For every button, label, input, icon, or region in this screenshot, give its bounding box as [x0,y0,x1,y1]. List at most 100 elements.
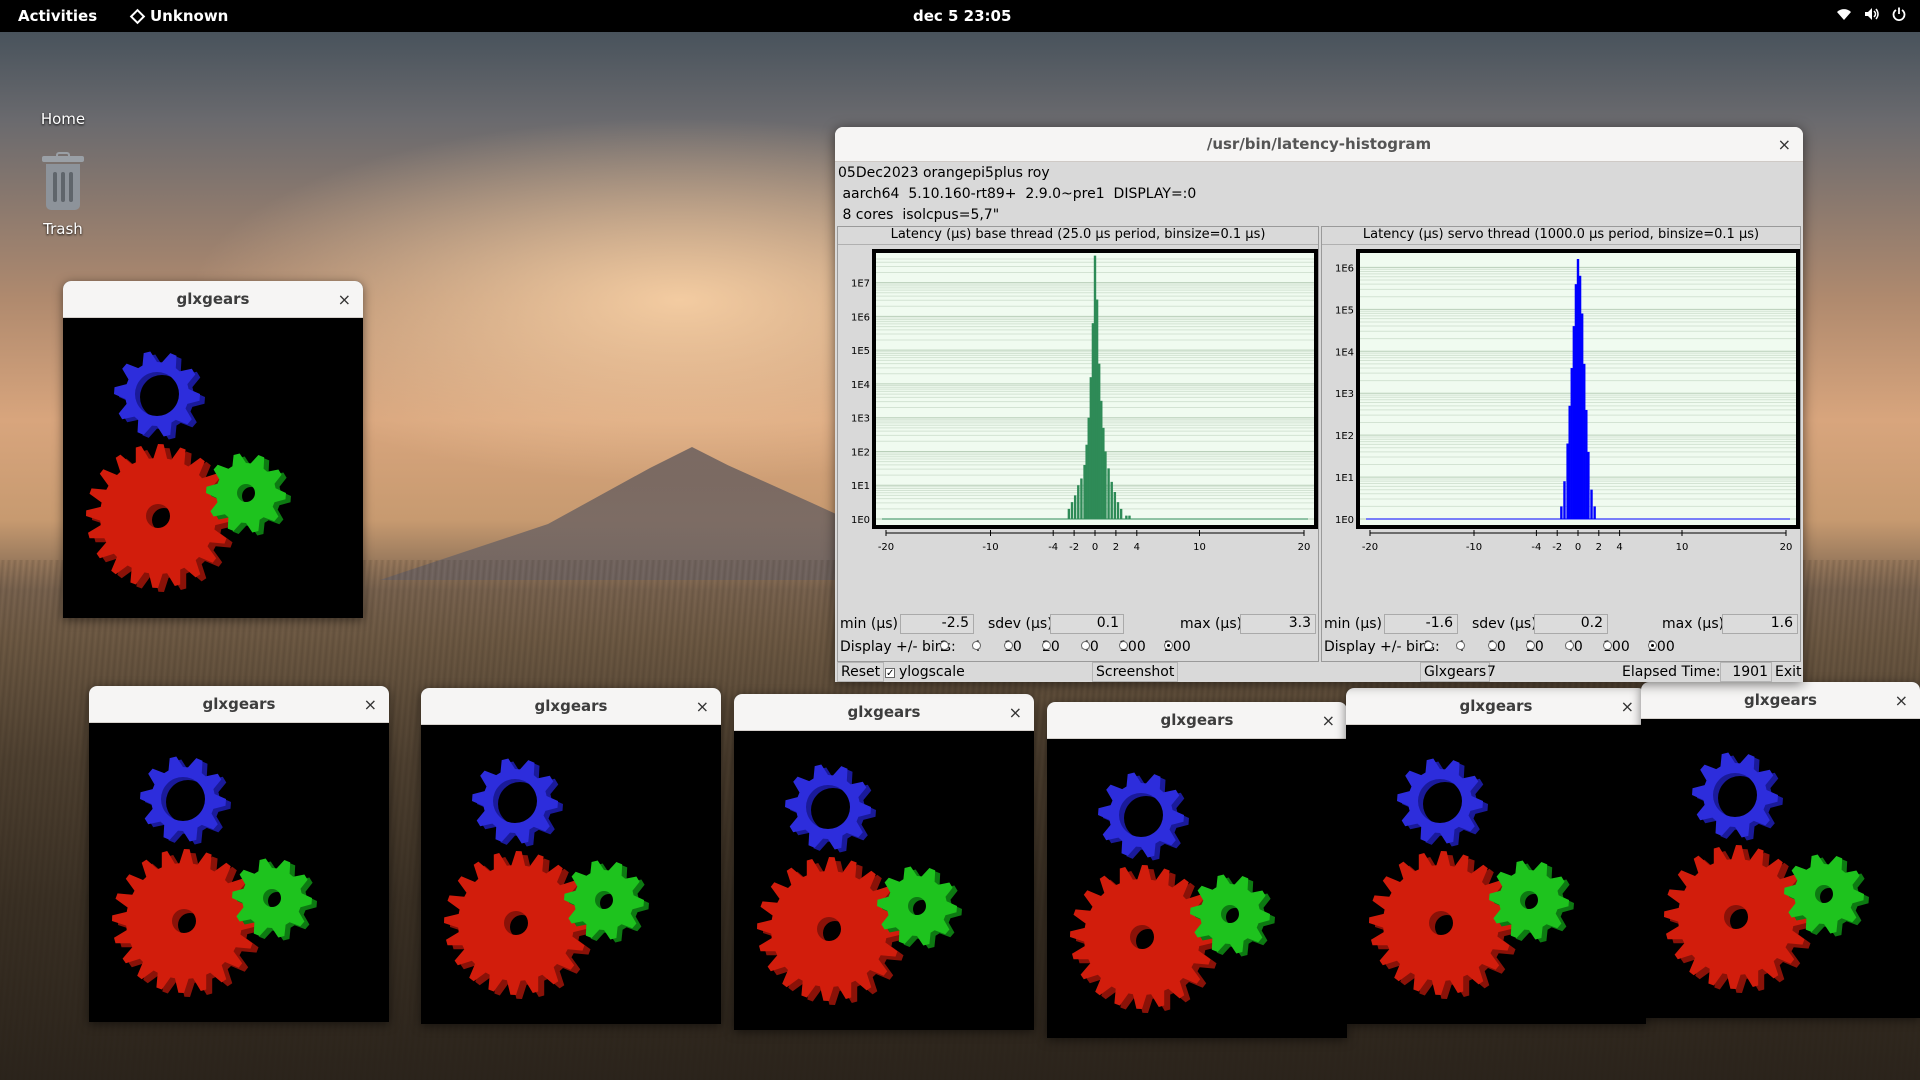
histogram-bar [1113,491,1117,519]
trash-icon [40,152,86,212]
base-bins-option-200[interactable]: 200 [1164,639,1191,655]
y-tick-label: 1E2 [851,447,870,458]
servo-bins-option-100[interactable]: 100 [1603,639,1630,655]
glxgears-titlebar[interactable]: glxgears × [1346,688,1646,725]
latency-histogram-window[interactable]: /usr/bin/latency-histogram × 05Dec2023 o… [835,127,1803,682]
red-gear-icon [444,851,594,999]
close-icon[interactable]: × [1322,711,1335,730]
checkbox-check-icon: ✓ [885,668,895,679]
glxgears-titlebar[interactable]: glxgears × [1641,682,1920,719]
base-min-value: -2.5 [900,614,974,634]
exit-button[interactable]: Exit [1775,664,1802,680]
y-tick-label: 1E0 [1335,515,1354,526]
x-tick-label: 10 [1193,542,1206,553]
screenshot-button[interactable]: Screenshot [1092,662,1179,682]
app-diamond-icon [129,8,146,24]
glxgears-window-5[interactable]: glxgears × [1047,702,1347,1038]
close-icon[interactable]: × [696,697,709,716]
activities-button[interactable]: Activities [18,7,97,25]
base-bins-selector[interactable]: Display +/- bins:2 4 10 20 40 100 200 [838,637,1318,659]
servo-bins-option-20[interactable]: 20 [1526,639,1544,655]
top-bar: Activities Unknown dec 5 23:05 [0,0,1920,32]
glxgears-titlebar[interactable]: glxgears × [89,686,389,723]
glxgears-button[interactable]: Glxgears [1420,662,1491,682]
glxgears-title: glxgears [202,695,276,713]
app-menu[interactable]: Unknown [129,7,228,25]
latency-titlebar[interactable]: /usr/bin/latency-histogram × [835,127,1803,162]
servo-bins-label: Display +/- bins: [1324,639,1440,655]
servo-bins-option-2[interactable]: 2 [1424,639,1433,655]
close-icon[interactable]: × [1895,691,1908,710]
info-line-2: aarch64 5.10.160-rt89+ 2.9.0~pre1 DISPLA… [838,186,1197,202]
base-bins-option-4[interactable]: 4 [972,639,981,655]
close-icon[interactable]: × [1009,703,1022,722]
base-histogram-chart[interactable]: 1E01E11E21E31E41E51E61E7-20 -10 -4 -2 0 2 4 10 2… [838,245,1320,611]
ylogscale-checkbox[interactable]: ✓ ylogscale [885,664,965,680]
servo-bins-option-10[interactable]: 10 [1488,639,1506,655]
radio-icon [1164,641,1173,650]
blue-gear-icon [1397,758,1488,847]
close-icon[interactable]: × [338,290,351,309]
blue-gear-icon [472,758,563,847]
desktop-trash[interactable]: Trash [18,152,108,238]
glxgears-window-2[interactable]: glxgears × [89,686,389,1022]
red-gear-icon [1664,845,1814,993]
system-tray[interactable] [1836,7,1906,25]
servo-histogram-chart[interactable]: 1E01E11E21E31E41E51E6-20 -10 -4 -2 0 2 4 10 20 [1322,245,1802,611]
glxgears-titlebar[interactable]: glxgears × [1047,702,1347,739]
blue-gear-icon [1692,752,1783,841]
glxgears-title: glxgears [534,697,608,715]
histogram-bar [1104,451,1107,519]
desktop-home[interactable]: Home [18,42,108,128]
servo-chart-title: Latency (µs) servo thread (1000.0 µs per… [1322,227,1800,245]
radio-icon [1648,641,1657,650]
histogram-bar [1583,363,1586,519]
glxgears-window-1[interactable]: glxgears × [63,281,363,618]
glxgears-window-6[interactable]: glxgears × [1346,688,1646,1024]
histogram-bar [1116,502,1120,519]
servo-bins-selector[interactable]: Display +/- bins:2 4 10 20 40 100 200 [1322,637,1800,659]
close-icon[interactable]: × [1621,697,1634,716]
x-tick-label: -10 [982,542,998,553]
y-tick-label: 1E3 [1335,389,1354,400]
radio-icon [1488,641,1497,650]
x-tick-label: 4 [1616,542,1622,553]
glxgears-title: glxgears [1459,697,1533,715]
blue-gear-icon [785,764,876,853]
glxgears-titlebar[interactable]: glxgears × [734,694,1034,731]
red-gear-icon [1070,865,1220,1013]
gears-render [444,758,649,999]
x-tick-label: 20 [1780,542,1793,553]
servo-bins-option-4[interactable]: 4 [1456,639,1465,655]
histogram-bar [1067,508,1071,519]
close-icon[interactable]: × [364,695,377,714]
glxgears-titlebar[interactable]: glxgears × [421,688,721,725]
glxgears-titlebar[interactable]: glxgears × [63,281,363,318]
y-tick-label: 1E4 [851,380,870,391]
histogram-bar [1563,481,1566,519]
base-bins-option-2[interactable]: 2 [940,639,949,655]
glxgears-window-4[interactable]: glxgears × [734,694,1034,1030]
glxgears-title: glxgears [1744,691,1817,709]
glxgears-count[interactable]: 7 [1487,664,1496,680]
close-icon[interactable]: × [1778,135,1791,154]
gears-render [86,351,291,592]
base-bins-option-20[interactable]: 20 [1042,639,1060,655]
servo-bins-option-200[interactable]: 200 [1648,639,1675,655]
histogram-bar [1574,284,1578,519]
y-tick-label: 1E5 [851,346,870,357]
x-tick-label: 2 [1596,542,1602,553]
base-bins-option-100[interactable]: 100 [1119,639,1146,655]
histogram-bar [1570,368,1573,519]
histogram-bar [1091,323,1095,519]
glxgears-window-7[interactable]: glxgears × [1641,682,1920,1018]
clock[interactable]: dec 5 23:05 [913,7,1011,25]
base-bins-option-40[interactable]: 40 [1081,639,1099,655]
servo-bins-option-40[interactable]: 40 [1565,639,1583,655]
base-bins-option-10[interactable]: 10 [1004,639,1022,655]
histogram-bar [1093,255,1097,519]
radio-icon [1119,641,1128,650]
reset-button[interactable]: Reset [837,662,885,682]
histogram-bar [1089,377,1093,519]
glxgears-window-3[interactable]: glxgears × [421,688,721,1024]
